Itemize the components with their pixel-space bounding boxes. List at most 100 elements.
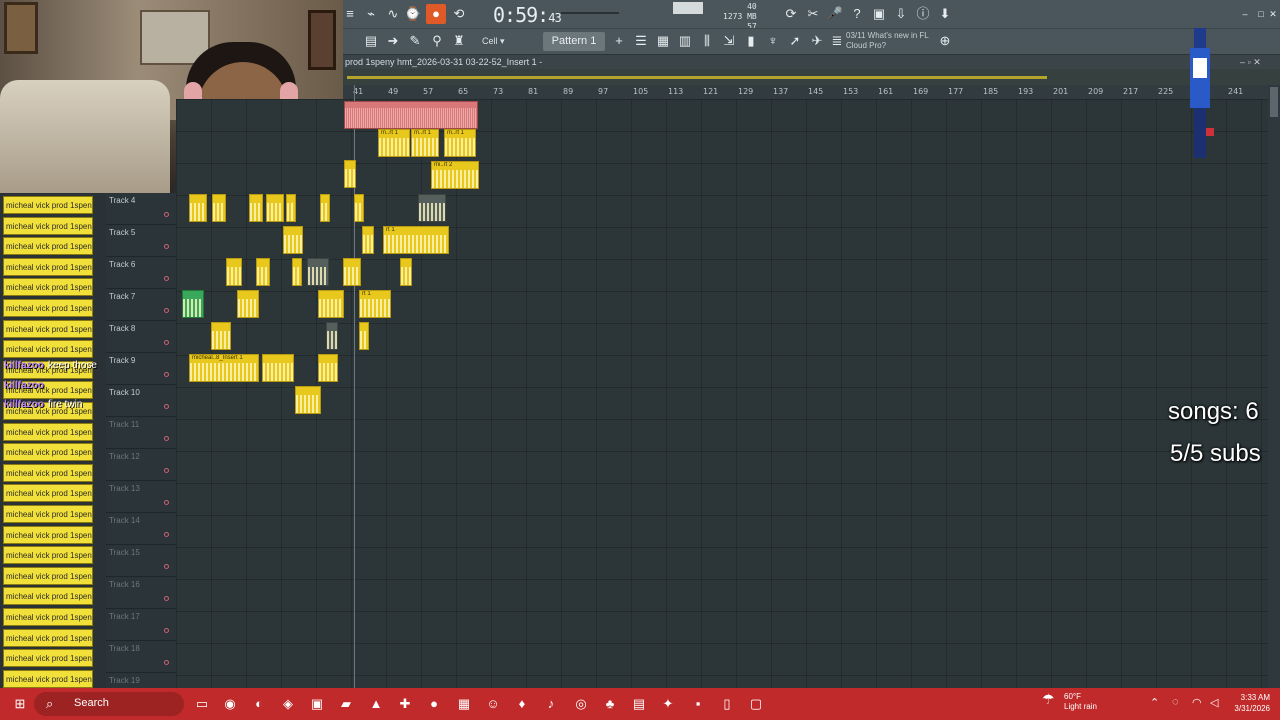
playlist-clip[interactable] [354, 194, 364, 222]
app-icon-3[interactable]: ◈ [278, 694, 298, 714]
export-icon[interactable]: ⇩ [891, 4, 911, 24]
nvidia-icon[interactable]: ▪ [688, 694, 708, 714]
track-mute-icon[interactable] [164, 468, 169, 473]
playlist-clip[interactable] [359, 322, 369, 350]
playlist-clip[interactable] [292, 258, 302, 286]
loop-icon[interactable]: ⟲ [449, 4, 469, 24]
tray-expand-icon[interactable]: ⌃ [1150, 696, 1159, 709]
track-header[interactable]: Track 13 [106, 481, 176, 513]
playlist-clip[interactable] [189, 194, 207, 222]
playlist-clip[interactable] [318, 354, 338, 382]
snap-icon[interactable]: ⌁ [361, 4, 381, 24]
playlist-clip[interactable]: m..rt 1 [444, 129, 476, 157]
snap-select[interactable]: Cell ▾ [478, 33, 538, 50]
globe-icon[interactable]: ⊕ [935, 31, 955, 51]
help-icon[interactable]: ? [847, 4, 867, 24]
playlist-clip[interactable] [320, 194, 330, 222]
browser-icon[interactable]: ⇲ [719, 31, 739, 51]
channel-button[interactable]: micheal vick prod 1speny [3, 608, 93, 626]
channel-button[interactable]: micheal vick prod 1speny [3, 628, 93, 647]
obs-icon[interactable]: ◎ [571, 694, 591, 714]
playlist-clip[interactable] [318, 290, 344, 318]
piano-roll-icon[interactable]: ▥ [675, 31, 695, 51]
channel-button[interactable]: micheal vick prod 1speny [3, 566, 93, 585]
channel-button[interactable]: micheal vick prod 1speny [3, 505, 93, 523]
channel-button[interactable]: micheal vick prod 1speny [3, 257, 93, 276]
playlist-clip[interactable] [286, 194, 296, 222]
app-icon-8[interactable]: ● [424, 694, 444, 714]
app-icon-16[interactable]: ✦ [658, 694, 678, 714]
playlist-clip[interactable] [326, 322, 338, 350]
link-icon[interactable]: ⚲ [427, 31, 447, 51]
track-mute-icon[interactable] [164, 628, 169, 633]
channel-rack-icon[interactable]: ▦ [653, 31, 673, 51]
wifi-icon[interactable]: ◠ [1192, 696, 1202, 709]
playlist-grid[interactable] [176, 99, 1268, 688]
playlist-clip[interactable] [212, 194, 226, 222]
playlist-clip[interactable] [262, 354, 294, 382]
channel-button[interactable]: micheal vick prod 1speny [3, 237, 93, 256]
playlist-clip[interactable] [400, 258, 412, 286]
stamp-icon[interactable]: ♜ [449, 31, 469, 51]
countdown-icon[interactable]: ⌚ [403, 4, 423, 24]
cut-icon[interactable]: ✂ [803, 4, 823, 24]
channel-button[interactable]: micheal vick prod 1speny [3, 587, 93, 606]
playlist-clip[interactable] [307, 258, 329, 286]
track-header[interactable]: Track 8 [106, 321, 176, 353]
channel-button[interactable]: micheal vick prod 1speny [3, 216, 93, 235]
clipboard-icon[interactable]: ▮ [741, 31, 761, 51]
task-view-icon[interactable]: ▭ [192, 694, 212, 714]
playlist-overview[interactable] [343, 69, 1280, 85]
app-icon-9[interactable]: ▦ [454, 694, 474, 714]
track-header[interactable]: Track 18 [106, 641, 176, 673]
track-mute-icon[interactable] [164, 500, 169, 505]
system-clock[interactable]: 3:33 AM 3/31/2026 [1226, 692, 1270, 714]
app-icon-7[interactable]: ✚ [395, 694, 415, 714]
track-mute-icon[interactable] [164, 564, 169, 569]
wait-icon[interactable]: ∿ [383, 4, 403, 24]
arrow-right-icon[interactable]: ➜ [383, 31, 403, 51]
channel-button[interactable]: micheal vick prod 1speny [3, 649, 93, 668]
playlist-clip[interactable] [362, 226, 374, 254]
playlist-clip[interactable] [295, 386, 321, 414]
app-icon-19[interactable]: ▢ [746, 694, 766, 714]
brave-icon[interactable]: ♦ [512, 694, 532, 714]
channel-button[interactable]: micheal vick prod 1speny [3, 196, 93, 214]
news-panel[interactable]: 03/11 What's new in FL Cloud Pro? [846, 31, 929, 51]
close-icon[interactable]: ✕ [1263, 4, 1280, 24]
save-icon[interactable]: ▣ [869, 4, 889, 24]
pencil-icon[interactable]: ✎ [405, 31, 425, 51]
channel-button[interactable]: micheal vick prod 1speny [3, 443, 93, 462]
download-icon[interactable]: ⬇ [935, 4, 955, 24]
track-header[interactable]: Track 4 [106, 193, 176, 225]
playlist-clip[interactable] [344, 101, 478, 129]
playlist-clip[interactable] [182, 290, 204, 318]
track-mute-icon[interactable] [164, 596, 169, 601]
track-mute-icon[interactable] [164, 404, 169, 409]
track-header[interactable]: Track 7 [106, 289, 176, 321]
channel-button[interactable]: micheal vick prod 1speny [3, 340, 93, 359]
equalizer-icon[interactable]: ⫼ [697, 31, 717, 51]
taskbar-search[interactable]: ⌕ Search [34, 692, 184, 716]
track-header[interactable]: Track 15 [106, 545, 176, 577]
edge-icon[interactable]: ◐ [249, 694, 269, 714]
playlist-clip[interactable] [226, 258, 242, 286]
playlist-clip[interactable]: mi..rt 2 [431, 161, 479, 189]
track-mute-icon[interactable] [164, 340, 169, 345]
channel-button[interactable]: micheal vick prod 1speny [3, 669, 93, 688]
track-mute-icon[interactable] [164, 372, 169, 377]
channel-button[interactable]: micheal vick prod 1speny [3, 525, 93, 544]
mixer-icon[interactable]: ☰ [631, 31, 651, 51]
timeline-ruler[interactable]: 41 49 57 65 73 81 89 97 105 113 121 129 137 145 153 161… [343, 85, 1280, 99]
add-pattern-icon[interactable]: + [609, 31, 629, 51]
channel-button[interactable]: micheal vick prod 1speny [3, 546, 93, 565]
plugin-icon[interactable]: ♆ [763, 31, 783, 51]
master-volume-slider[interactable] [561, 12, 619, 14]
menu-icon[interactable]: ≡ [345, 4, 355, 24]
track-mute-icon[interactable] [164, 436, 169, 441]
playlist-clip[interactable] [344, 160, 356, 188]
window-controls[interactable]: – ▫ ✕ [1240, 57, 1261, 68]
track-mute-icon[interactable] [164, 276, 169, 281]
playlist-clip[interactable]: micheal..8_Insert 1 [189, 354, 259, 382]
playlist-menu-icon[interactable]: ▤ [361, 31, 381, 51]
